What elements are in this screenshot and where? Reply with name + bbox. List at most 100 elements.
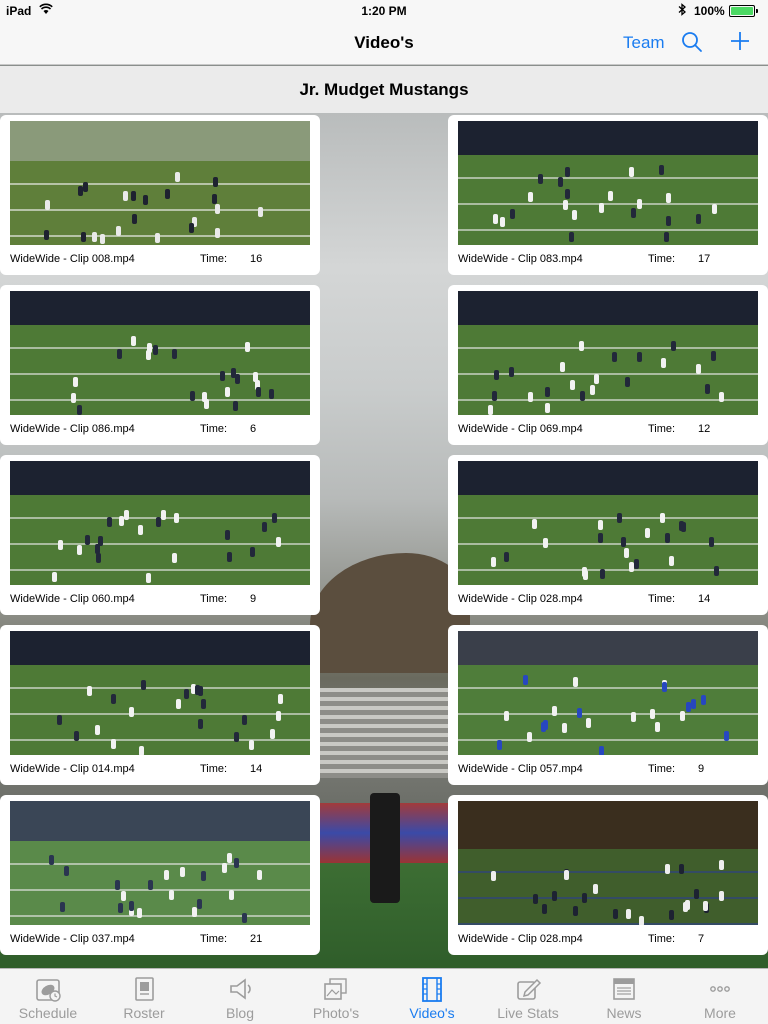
video-card[interactable]: WideWide - Clip 069.mp4 Time: 12 xyxy=(448,285,768,445)
battery-icon xyxy=(729,5,758,17)
player-figure xyxy=(175,172,180,182)
tab-video-s[interactable]: Video's xyxy=(384,969,480,1024)
player-figure xyxy=(504,711,509,721)
player-figure xyxy=(665,533,670,543)
player-figure xyxy=(533,894,538,904)
tab-blog[interactable]: Blog xyxy=(192,969,288,1024)
video-thumbnail[interactable] xyxy=(10,121,310,245)
player-figure xyxy=(598,520,603,530)
tab-label: News xyxy=(606,1005,642,1021)
player-figure xyxy=(57,715,62,725)
video-card[interactable]: WideWide - Clip 057.mp4 Time: 9 xyxy=(448,625,768,785)
bluetooth-icon xyxy=(678,3,687,19)
field-yard-line xyxy=(458,347,758,349)
player-figure xyxy=(497,740,502,750)
player-figure xyxy=(137,908,142,918)
field-yard-line xyxy=(458,923,758,925)
player-figure xyxy=(129,707,134,717)
player-figure xyxy=(143,195,148,205)
player-figure xyxy=(138,525,143,535)
video-time-value: 6 xyxy=(250,423,257,435)
field-yard-line xyxy=(10,915,310,917)
player-figure xyxy=(594,374,599,384)
player-figure xyxy=(190,391,195,401)
tab-label: Schedule xyxy=(18,1005,78,1021)
field-yard-line xyxy=(10,399,310,401)
video-card[interactable]: WideWide - Clip 008.mp4 Time: 16 xyxy=(0,115,320,275)
tab-label: Video's xyxy=(409,1005,455,1021)
player-figure xyxy=(215,204,220,214)
field-yard-line xyxy=(458,517,758,519)
player-figure xyxy=(227,853,232,863)
video-thumbnail[interactable] xyxy=(10,801,310,925)
field-yard-line xyxy=(10,373,310,375)
player-figure xyxy=(626,909,631,919)
team-button[interactable]: Team xyxy=(623,33,665,53)
player-figure xyxy=(510,209,515,219)
player-figure xyxy=(272,513,277,523)
player-figure xyxy=(570,380,575,390)
tab-news[interactable]: News xyxy=(576,969,672,1024)
player-figure xyxy=(276,537,281,547)
player-figure xyxy=(180,867,185,877)
player-figure xyxy=(45,200,50,210)
search-icon[interactable] xyxy=(681,31,703,53)
player-figure xyxy=(73,377,78,387)
video-thumbnail[interactable] xyxy=(458,121,758,245)
tab-label: More xyxy=(704,1005,736,1021)
video-thumbnail[interactable] xyxy=(10,291,310,415)
video-thumbnail[interactable] xyxy=(10,461,310,585)
player-figure xyxy=(44,230,49,240)
video-card[interactable]: WideWide - Clip 028.mp4 Time: 14 xyxy=(448,455,768,615)
player-figure xyxy=(165,189,170,199)
player-figure xyxy=(637,199,642,209)
player-figure xyxy=(174,513,179,523)
player-figure xyxy=(711,351,716,361)
video-thumbnail[interactable] xyxy=(458,631,758,755)
player-figure xyxy=(81,232,86,242)
player-figure xyxy=(92,232,97,242)
video-thumbnail[interactable] xyxy=(10,631,310,755)
video-card[interactable]: WideWide - Clip 086.mp4 Time: 6 xyxy=(0,285,320,445)
video-card[interactable]: WideWide - Clip 083.mp4 Time: 17 xyxy=(448,115,768,275)
video-time-label: Time: xyxy=(200,593,228,605)
player-figure xyxy=(258,207,263,217)
player-figure xyxy=(132,214,137,224)
thumbnail-field xyxy=(458,849,758,925)
tab-live-stats[interactable]: Live Stats xyxy=(480,969,576,1024)
player-figure xyxy=(124,510,129,520)
background-goalpost xyxy=(370,793,400,903)
football-calendar-icon xyxy=(34,975,62,1003)
video-card[interactable]: WideWide - Clip 028.mp4 Time: 7 xyxy=(448,795,768,955)
player-figure xyxy=(262,522,267,532)
player-figure xyxy=(590,385,595,395)
player-figure xyxy=(131,191,136,201)
video-thumbnail[interactable] xyxy=(458,801,758,925)
video-card[interactable]: WideWide - Clip 060.mp4 Time: 9 xyxy=(0,455,320,615)
thumbnail-field xyxy=(10,841,310,925)
player-figure xyxy=(222,863,227,873)
field-yard-line xyxy=(458,897,758,899)
player-figure xyxy=(115,880,120,890)
tab-roster[interactable]: Roster xyxy=(96,969,192,1024)
video-card[interactable]: WideWide - Clip 014.mp4 Time: 14 xyxy=(0,625,320,785)
player-figure xyxy=(558,177,563,187)
player-figure xyxy=(669,556,674,566)
more-dots-icon xyxy=(706,975,734,1003)
video-thumbnail[interactable] xyxy=(458,461,758,585)
add-plus-icon[interactable] xyxy=(728,29,752,53)
player-figure xyxy=(256,387,261,397)
video-time-label: Time: xyxy=(648,593,676,605)
tab-schedule[interactable]: Schedule xyxy=(0,969,96,1024)
player-figure xyxy=(64,866,69,876)
player-figure xyxy=(234,858,239,868)
tab-photo-s[interactable]: Photo's xyxy=(288,969,384,1024)
player-figure xyxy=(100,234,105,244)
video-thumbnail[interactable] xyxy=(458,291,758,415)
player-figure xyxy=(491,871,496,881)
player-figure xyxy=(111,739,116,749)
video-card[interactable]: WideWide - Clip 037.mp4 Time: 21 xyxy=(0,795,320,955)
tab-more[interactable]: More xyxy=(672,969,768,1024)
field-yard-line xyxy=(10,543,310,545)
player-figure xyxy=(712,204,717,214)
